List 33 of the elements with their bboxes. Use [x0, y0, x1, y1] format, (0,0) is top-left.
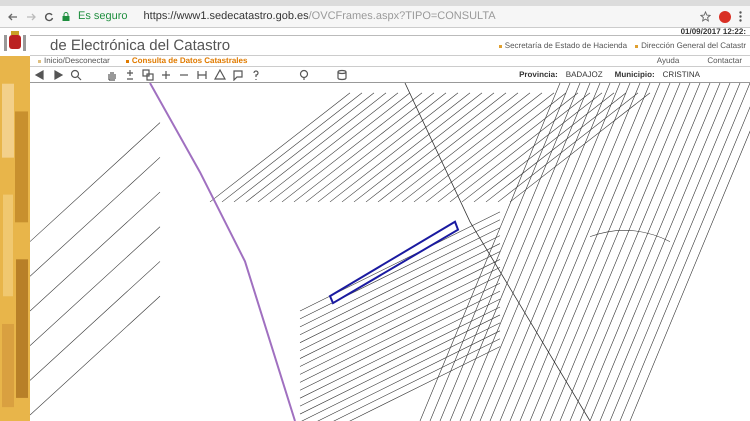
- provincia-label: Provincia:: [519, 68, 558, 80]
- site-title: de Electrónica del Catastro: [50, 38, 230, 53]
- url-field[interactable]: https://www1.sedecatastro.gob.es/OVCFrames.aspx?TIPO=CONSULTA: [144, 8, 496, 25]
- bullet-icon: [38, 60, 41, 62]
- menu-icon[interactable]: [739, 11, 742, 22]
- bullet-icon: [635, 44, 638, 48]
- municipio-value: CRISTINA: [662, 68, 700, 80]
- nav-link[interactable]: Inicio/Desconectar: [44, 55, 110, 67]
- zoom-in-icon[interactable]: [160, 68, 172, 80]
- secure-label: Es seguro: [78, 9, 128, 24]
- back-icon[interactable]: [34, 68, 46, 80]
- lock-icon: [62, 12, 70, 21]
- zoom-icon[interactable]: [70, 68, 82, 80]
- plus-minus-icon[interactable]: [124, 68, 136, 80]
- municipio-label: Municipio:: [614, 68, 655, 80]
- date-time: 01/09/2017 12:22:: [680, 28, 746, 36]
- header-link[interactable]: Contactar: [707, 55, 742, 67]
- reload-icon[interactable]: [44, 12, 54, 22]
- header-link[interactable]: Ayuda: [656, 55, 680, 67]
- bullet-icon: [126, 60, 129, 62]
- back-icon[interactable]: [8, 12, 18, 22]
- org-link[interactable]: Secretaría de Estado de Hacienda: [504, 40, 628, 52]
- extension-icon[interactable]: [719, 10, 731, 22]
- org-link[interactable]: Dirección General del Catastr: [641, 40, 746, 52]
- forward-icon[interactable]: [52, 68, 64, 80]
- speech-icon[interactable]: [232, 68, 244, 80]
- windows-icon[interactable]: [142, 68, 154, 80]
- area-icon[interactable]: [214, 68, 226, 80]
- star-icon[interactable]: [700, 11, 711, 22]
- bullet-icon: [498, 44, 502, 48]
- location-pin-icon[interactable]: [298, 68, 310, 80]
- measure-icon[interactable]: [196, 68, 208, 80]
- provincia-value: BADAJOZ: [566, 68, 603, 80]
